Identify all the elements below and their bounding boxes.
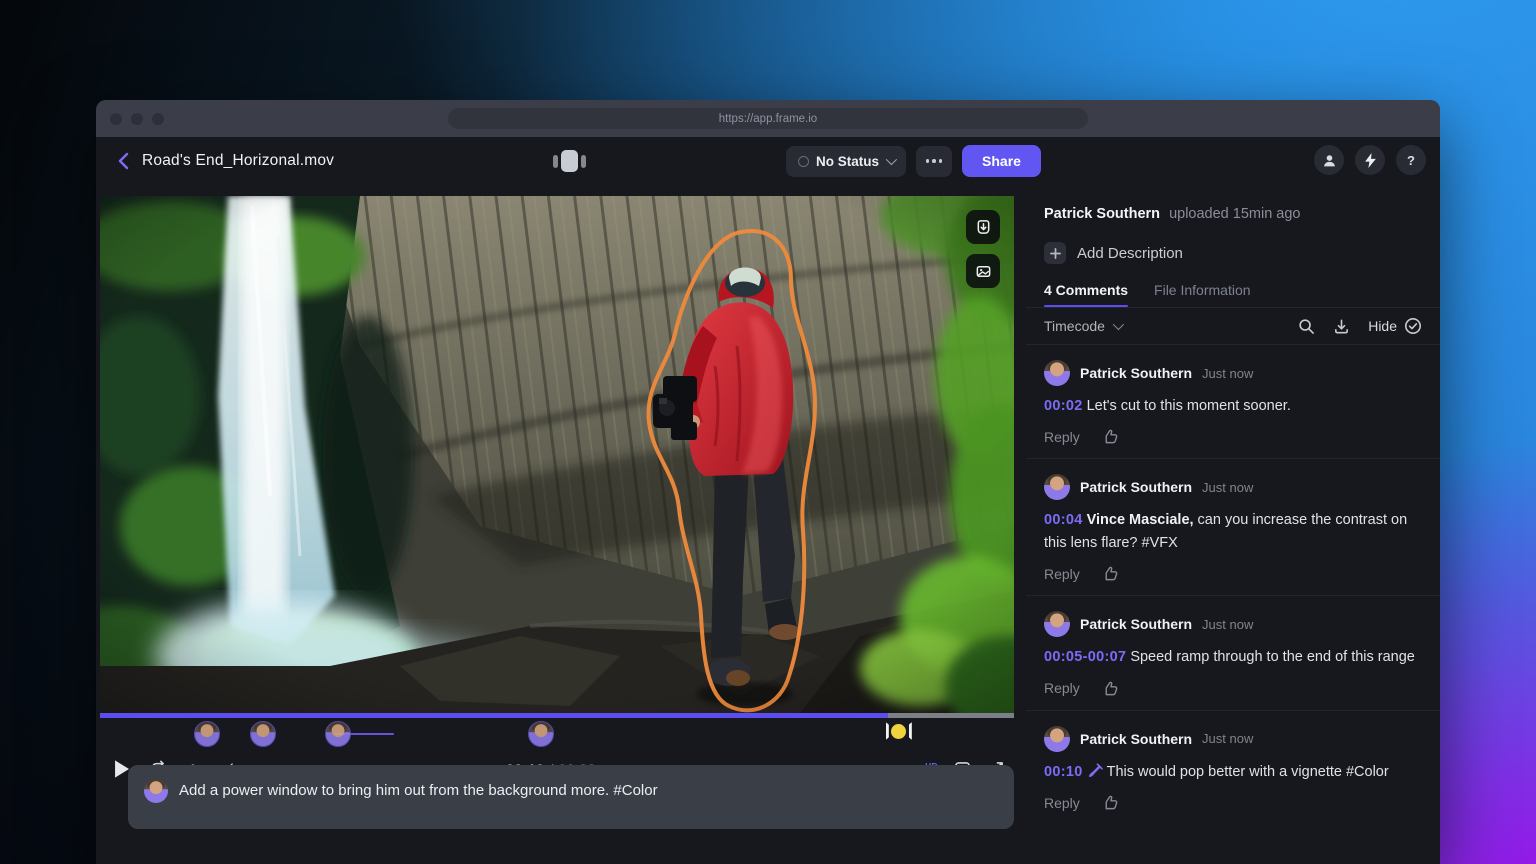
comment-time-ago: Just now (1202, 731, 1253, 746)
browser-chrome: https://app.frame.io (96, 100, 1440, 137)
avatar (1044, 726, 1070, 752)
help-button[interactable]: ? (1396, 145, 1426, 175)
player-view-toggle-icon[interactable] (549, 148, 589, 174)
reply-button[interactable]: Reply (1044, 795, 1080, 811)
avatar (194, 721, 220, 747)
add-description-button[interactable]: Add Description (1026, 242, 1440, 264)
status-dropdown[interactable]: No Status (786, 146, 906, 177)
pending-bracket-right (909, 722, 912, 740)
minimize-window-icon[interactable] (131, 113, 143, 125)
plus-icon (1044, 242, 1066, 264)
comment-author: Patrick Southern (1080, 616, 1192, 632)
reply-button[interactable]: Reply (1044, 680, 1080, 696)
avatar (1044, 360, 1070, 386)
comment-item[interactable]: Patrick Southern Just now 00:05-00:07Spe… (1026, 596, 1440, 710)
comment-composer: Add a power window to bring him out from… (100, 765, 1014, 864)
sidebar-tabs: 4 Comments File Information (1026, 282, 1440, 307)
close-window-icon[interactable] (110, 113, 122, 125)
comment-time-ago: Just now (1202, 366, 1253, 381)
avatar (528, 721, 554, 747)
still-frame-overlay-button[interactable] (966, 254, 1000, 288)
chevron-down-icon (886, 154, 897, 165)
sort-label: Timecode (1044, 318, 1105, 334)
timeline-comment-marker[interactable] (528, 721, 554, 747)
like-button[interactable] (1102, 565, 1119, 582)
comment-timecode-link[interactable]: 00:10 (1044, 764, 1083, 780)
notifications-bolt-button[interactable] (1355, 145, 1385, 175)
upload-meta: uploaded 15min ago (1169, 206, 1300, 222)
address-bar[interactable]: https://app.frame.io (448, 108, 1088, 129)
video-canvas[interactable] (100, 196, 1014, 713)
reply-button[interactable]: Reply (1044, 566, 1080, 582)
avatar (144, 779, 168, 803)
view-toggle-left-pill (553, 155, 558, 168)
timeline-comment-marker[interactable] (194, 721, 220, 747)
download-overlay-button[interactable] (966, 210, 1000, 244)
file-title: Road's End_Horizonal.mov (142, 152, 334, 170)
pending-dot (891, 724, 906, 739)
comment-time-ago: Just now (1202, 480, 1253, 495)
tab-comments[interactable]: 4 Comments (1044, 282, 1128, 307)
account-button[interactable] (1314, 145, 1344, 175)
comment-text: Speed ramp through to the end of this ra… (1130, 649, 1415, 665)
maximize-window-icon[interactable] (152, 113, 164, 125)
comments-toolbar: Timecode Hide (1026, 307, 1440, 345)
status-circle-icon (798, 156, 809, 167)
status-label: No Status (816, 154, 879, 169)
like-button[interactable] (1102, 428, 1119, 445)
annotation-brush-icon (1087, 763, 1103, 779)
avatar (1044, 611, 1070, 637)
back-button[interactable] (110, 148, 136, 174)
timeline-markers (100, 718, 1014, 749)
browser-window: https://app.frame.io Road's End_Horizona… (96, 100, 1440, 864)
search-comments-button[interactable] (1298, 318, 1315, 335)
comment-item[interactable]: Patrick Southern Just now 00:04Vince Mas… (1026, 459, 1440, 596)
comment-author: Patrick Southern (1080, 731, 1192, 747)
avatar (1044, 474, 1070, 500)
timeline-comment-marker[interactable] (325, 721, 351, 747)
view-toggle-right-pill (581, 155, 586, 168)
check-circle-icon (1404, 317, 1422, 335)
comment-text: This would pop better with a vignette #C… (1107, 764, 1389, 780)
comment-input-text: Add a power window to bring him out from… (179, 779, 658, 799)
pending-bracket-left (886, 722, 889, 740)
chevron-down-icon (1113, 319, 1124, 330)
timeline-comment-marker[interactable] (250, 721, 276, 747)
download-comments-button[interactable] (1333, 318, 1350, 335)
more-options-button[interactable] (916, 146, 952, 177)
uploader-row: Patrick Southern uploaded 15min ago (1026, 206, 1440, 222)
hide-label: Hide (1368, 318, 1397, 334)
window-controls[interactable] (110, 113, 164, 125)
like-button[interactable] (1102, 794, 1119, 811)
comment-text: Let's cut to this moment sooner. (1087, 398, 1291, 414)
comment-input[interactable]: Add a power window to bring him out from… (128, 765, 1014, 829)
timeline-scrubber[interactable] (100, 713, 1014, 749)
tab-file-information[interactable]: File Information (1154, 282, 1250, 307)
comment-item[interactable]: Patrick Southern Just now 00:10 This woul… (1026, 711, 1440, 824)
app-header: Road's End_Horizonal.mov No Status Share (96, 137, 1440, 184)
share-button[interactable]: Share (962, 145, 1041, 177)
video-frame-art (100, 196, 1014, 713)
comment-item[interactable]: Patrick Southern Just now 00:02Let's cut… (1026, 345, 1440, 459)
comment-author: Patrick Southern (1080, 365, 1192, 381)
comment-timecode-link[interactable]: 00:05-00:07 (1044, 649, 1126, 665)
avatar (325, 721, 351, 747)
comments-sidebar: Patrick Southern uploaded 15min ago Add … (1026, 184, 1440, 864)
frameio-app: Road's End_Horizonal.mov No Status Share (96, 137, 1440, 864)
comment-author: Patrick Southern (1080, 479, 1192, 495)
add-description-label: Add Description (1077, 245, 1183, 262)
player-column: 1x 00:19 / 00:22 1080pHD (100, 184, 1014, 789)
view-toggle-center-pill (561, 150, 578, 172)
uploader-name: Patrick Southern (1044, 206, 1160, 222)
avatar (250, 721, 276, 747)
comment-time-ago: Just now (1202, 617, 1253, 632)
comment-timecode-link[interactable]: 00:02 (1044, 398, 1083, 414)
comment-mention[interactable]: Vince Masciale, (1087, 512, 1194, 528)
sort-timecode-dropdown[interactable]: Timecode (1044, 318, 1121, 334)
comment-timecode-link[interactable]: 00:04 (1044, 512, 1083, 528)
pending-marker[interactable] (886, 722, 912, 740)
reply-button[interactable]: Reply (1044, 429, 1080, 445)
like-button[interactable] (1102, 680, 1119, 697)
hide-comments-toggle[interactable]: Hide (1368, 317, 1422, 335)
